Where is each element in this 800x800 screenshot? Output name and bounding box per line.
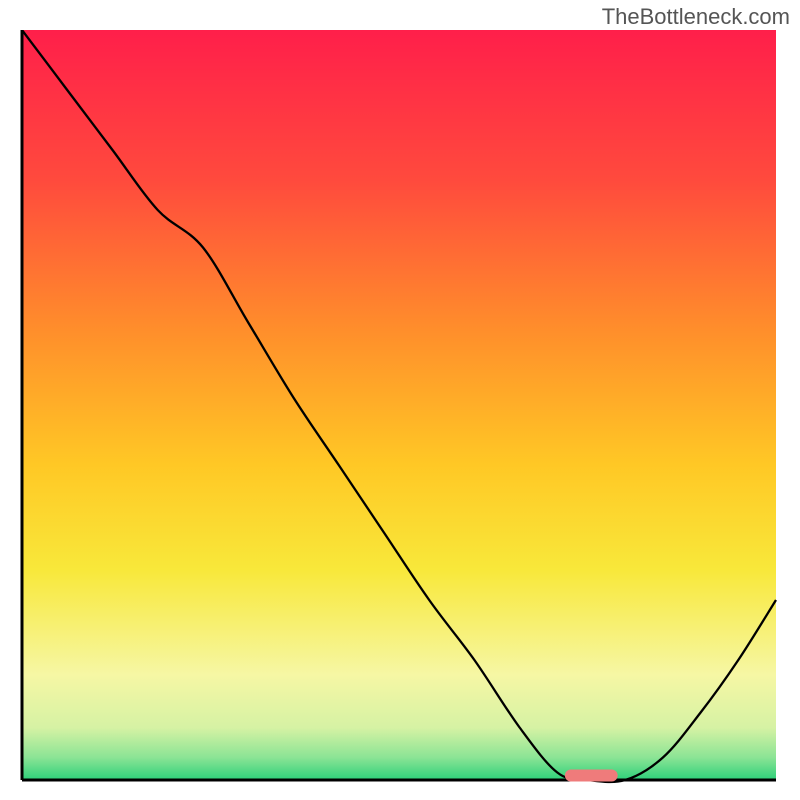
- optimal-marker: [565, 770, 618, 782]
- plot-background: [22, 30, 776, 780]
- watermark-text: TheBottleneck.com: [602, 4, 790, 30]
- bottleneck-chart: [14, 30, 784, 788]
- chart-canvas: [14, 30, 784, 788]
